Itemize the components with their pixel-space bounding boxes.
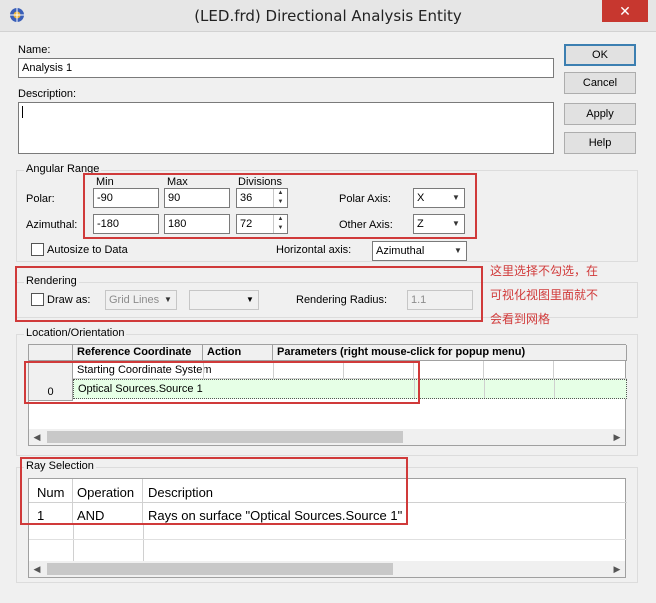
grid-line <box>29 539 627 540</box>
cancel-button[interactable]: Cancel <box>564 72 636 94</box>
name-input[interactable]: Analysis 1 <box>18 58 554 78</box>
dialog-window: (LED.frd) Directional Analysis Entity ✕ … <box>0 0 656 603</box>
grid-line <box>143 525 144 561</box>
scrollbar-thumb[interactable] <box>47 563 393 575</box>
location-title: Location/Orientation <box>24 327 127 339</box>
reference-coordinate-header[interactable]: Reference Coordinate <box>73 345 203 361</box>
scroll-left-icon[interactable]: ◀ <box>29 429 45 445</box>
close-icon[interactable]: ✕ <box>602 0 648 22</box>
highlight-box-angular <box>83 173 477 239</box>
grid-line <box>553 361 554 378</box>
horizontal-axis-select[interactable]: Azimuthal ▼ <box>372 241 467 261</box>
help-button[interactable]: Help <box>564 132 636 154</box>
grid-corner-header <box>29 345 73 361</box>
autosize-checkbox[interactable] <box>31 243 44 256</box>
grid-line <box>483 361 484 378</box>
grid-line <box>73 525 74 561</box>
highlight-box-location <box>24 361 420 404</box>
window-title: (LED.frd) Directional Analysis Entity <box>194 7 462 25</box>
description-label: Description: <box>18 88 77 100</box>
ray-horizontal-scrollbar[interactable]: ◀ ▶ <box>29 561 625 577</box>
name-label: Name: <box>18 44 51 56</box>
scroll-right-icon[interactable]: ▶ <box>609 561 625 577</box>
ok-button[interactable]: OK <box>564 44 636 66</box>
horizontal-axis-value: Azimuthal <box>376 245 425 257</box>
autosize-label: Autosize to Data <box>47 244 128 256</box>
grid-line <box>554 380 555 398</box>
chevron-down-icon: ▼ <box>454 246 462 255</box>
horizontal-axis-label: Horizontal axis: <box>276 244 352 256</box>
highlight-box-rendering <box>15 266 483 322</box>
annotation-line-2: 可视化视图里面就不 <box>490 288 599 302</box>
azimuthal-label: Azimuthal: <box>26 219 78 231</box>
action-header[interactable]: Action <box>203 345 273 361</box>
annotation-note: 这里选择不勾选，在 可视化视图里面就不 会看到网格 <box>490 259 598 331</box>
location-horizontal-scrollbar[interactable]: ◀ ▶ <box>29 429 625 445</box>
apply-button[interactable]: Apply <box>564 103 636 125</box>
polar-label: Polar: <box>26 193 55 205</box>
description-input[interactable] <box>18 102 554 154</box>
annotation-line-1: 这里选择不勾选，在 <box>490 264 599 278</box>
annotation-line-3: 会看到网格 <box>490 312 551 326</box>
scroll-left-icon[interactable]: ◀ <box>29 561 45 577</box>
parameters-header[interactable]: Parameters (right mouse-click for popup … <box>273 345 627 361</box>
grid-line <box>484 380 485 398</box>
scrollbar-thumb[interactable] <box>47 431 403 443</box>
highlight-box-ray-selection <box>20 457 408 525</box>
text-cursor <box>22 106 23 119</box>
scroll-right-icon[interactable]: ▶ <box>609 429 625 445</box>
